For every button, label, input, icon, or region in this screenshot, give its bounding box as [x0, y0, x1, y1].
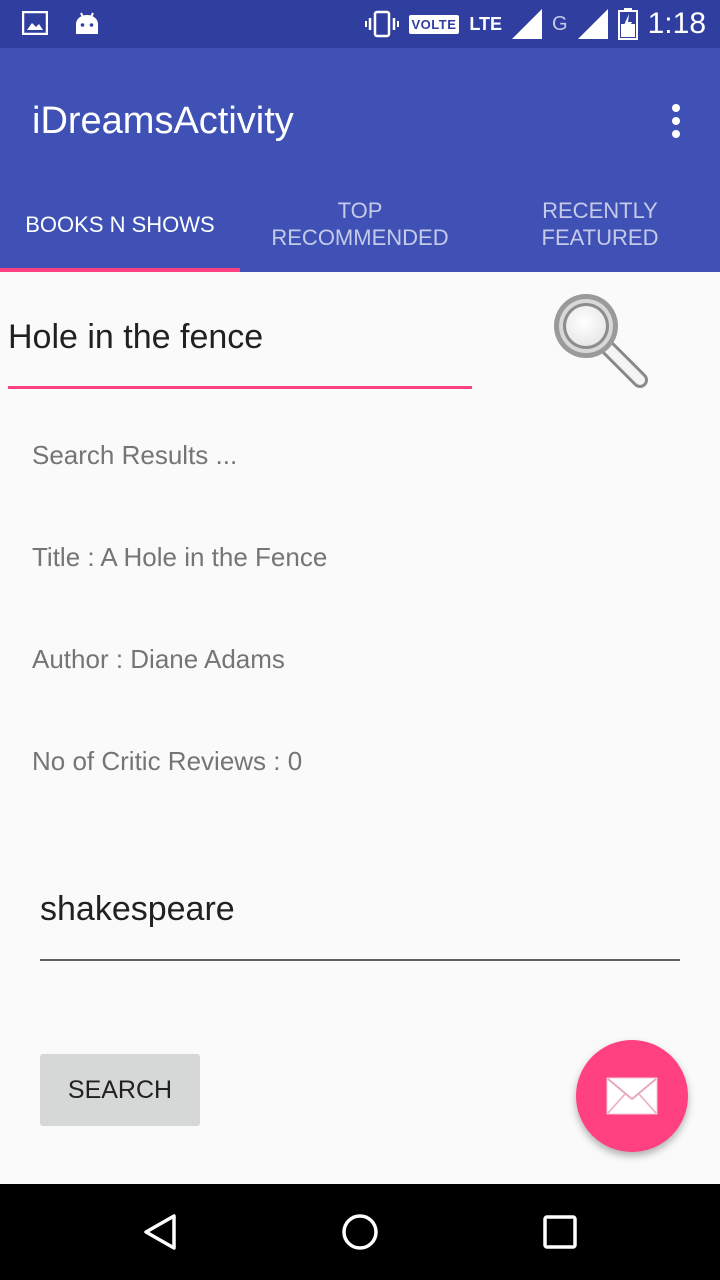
back-icon[interactable]: [140, 1212, 180, 1252]
signal-icon: [512, 9, 543, 39]
tab-label: BOOKS N SHOWS: [25, 211, 215, 237]
tab-indicator: [0, 268, 240, 272]
battery-icon: [617, 8, 638, 40]
tab-bar: BOOKS N SHOWS TOP RECOMMENDED RECENTLY F…: [0, 176, 720, 272]
more-vert-icon[interactable]: [662, 104, 690, 138]
keyword-input[interactable]: shakespeare: [40, 890, 235, 929]
tab-label-line1: TOP: [337, 198, 383, 223]
search-icon[interactable]: [548, 288, 652, 392]
vibrate-icon: [364, 10, 399, 38]
results-heading: Search Results ...: [32, 440, 238, 470]
tab-label-line2: RECOMMENDED: [271, 225, 449, 250]
lte-indicator: LTE: [469, 14, 503, 34]
keyword-input-underline: [40, 959, 680, 961]
mail-icon: [606, 1077, 658, 1115]
tab-books-n-shows[interactable]: BOOKS N SHOWS: [0, 176, 240, 272]
result-reviews: No of Critic Reviews : 0: [32, 746, 303, 776]
clock: 1:18: [647, 7, 706, 40]
tab-label-line1: RECENTLY: [542, 198, 658, 223]
volte-badge: VOLTE: [408, 14, 460, 34]
result-title: Title : A Hole in the Fence: [32, 542, 328, 572]
signal-2-icon: [577, 9, 608, 39]
system-nav-bar: [0, 1184, 720, 1280]
tab-top-recommended[interactable]: TOP RECOMMENDED: [240, 176, 480, 272]
search-input-underline: [8, 386, 472, 389]
app-title: iDreamsActivity: [32, 100, 294, 142]
gallery-notification-icon: [22, 11, 48, 35]
app-bar: iDreamsActivity BOOKS N SHOWS TOP RECOMM…: [0, 48, 720, 272]
home-icon[interactable]: [340, 1212, 380, 1252]
network-g-indicator: G: [552, 12, 568, 35]
android-notification-icon: [76, 12, 98, 34]
recents-icon[interactable]: [542, 1214, 578, 1250]
tab-label-line2: FEATURED: [541, 225, 659, 250]
tab-recently-featured[interactable]: RECENTLY FEATURED: [480, 176, 720, 272]
result-author: Author : Diane Adams: [32, 644, 285, 674]
search-input[interactable]: Hole in the fence: [8, 318, 263, 357]
mail-fab-button[interactable]: [576, 1040, 688, 1152]
status-bar: VOLTE LTE G 1:18: [0, 0, 720, 48]
search-button[interactable]: SEARCH: [40, 1054, 200, 1126]
